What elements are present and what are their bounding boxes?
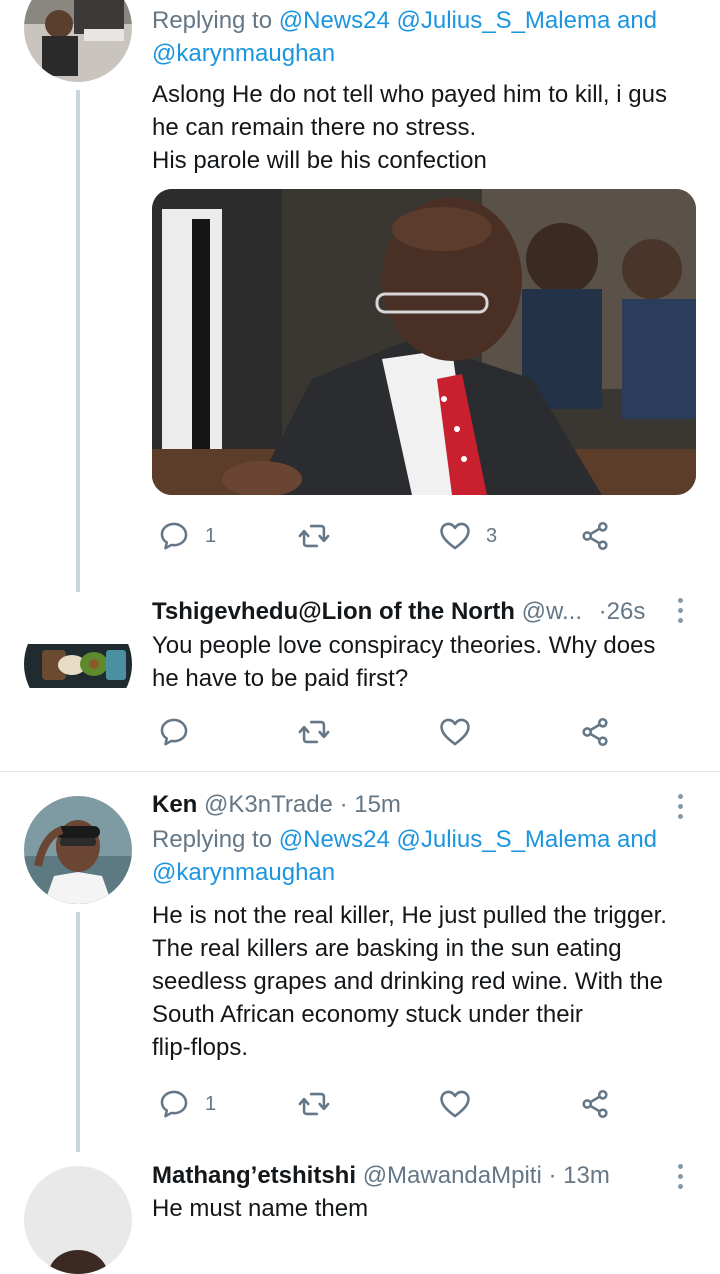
user-handle[interactable]: @K3nTrade: [204, 791, 333, 818]
share-icon: [582, 1089, 608, 1119]
thread-line: [76, 90, 80, 592]
separator-dot: ·: [598, 598, 607, 625]
tweet-4[interactable]: Mathang’etshitshi @MawandaMpiti · 13m He…: [0, 1150, 720, 1274]
separator-dot: ·: [548, 1162, 557, 1189]
user-handle[interactable]: @MawandaMpiti: [363, 1162, 542, 1189]
timestamp[interactable]: 26s: [607, 598, 646, 625]
retweet-icon: [298, 1092, 330, 1116]
reply-count: 1: [205, 1092, 217, 1115]
display-name[interactable]: Tshigevhedu@Lion of the North: [152, 598, 515, 625]
tweet-text: Aslong He do not tell who payed him to k…: [152, 81, 667, 174]
share-button[interactable]: [578, 1084, 612, 1124]
and-others-link[interactable]: and: [617, 826, 657, 853]
tweet-3[interactable]: Ken @K3nTrade · 15m Replying to @News24 …: [0, 772, 720, 1152]
tweet-text: He must name them: [152, 1195, 369, 1222]
tweet-actions: [152, 712, 632, 752]
like-button[interactable]: [438, 712, 472, 752]
and-others-link[interactable]: and: [617, 7, 657, 34]
retweet-button[interactable]: [297, 516, 331, 556]
tweet-text: You people love conspiracy theories. Why…: [152, 632, 656, 692]
avatar[interactable]: [24, 1166, 132, 1274]
share-button[interactable]: [578, 712, 612, 752]
tweet-1[interactable]: Replying to @News24 @Julius_S_Malema and…: [0, 0, 720, 600]
mention-link[interactable]: @karynmaughan: [152, 40, 335, 67]
separator-dot: ·: [339, 791, 348, 818]
tweet-actions: 1: [152, 1084, 632, 1124]
tweet-2[interactable]: Tshigevhedu@Lion of the North @w... ·26s…: [0, 580, 720, 770]
more-icon[interactable]: [678, 1164, 684, 1194]
avatar[interactable]: [24, 0, 132, 82]
retweet-icon: [298, 524, 330, 548]
timestamp[interactable]: 15m: [354, 791, 401, 818]
reply-icon: [160, 1090, 188, 1118]
tweet-image[interactable]: [152, 189, 696, 495]
avatar[interactable]: [24, 796, 132, 904]
retweet-icon: [298, 720, 330, 744]
mention-link[interactable]: @News24: [279, 7, 390, 34]
reply-icon: [160, 522, 188, 550]
reply-button[interactable]: 1: [157, 1084, 216, 1124]
tweet-header: Ken @K3nTrade · 15m: [152, 789, 680, 821]
share-icon: [582, 717, 608, 747]
display-name[interactable]: Mathang’etshitshi: [152, 1162, 356, 1189]
user-handle[interactable]: @w...: [522, 598, 582, 625]
like-icon: [440, 718, 470, 746]
like-icon: [440, 1090, 470, 1118]
tweet-actions: 1 3: [152, 516, 632, 556]
share-icon: [582, 521, 608, 551]
tweet-text: He is not the real killer, He just pulle…: [152, 902, 667, 1061]
mention-link[interactable]: @Julius_S_Malema: [397, 7, 611, 34]
replying-to: Replying to @News24 @Julius_S_Malema and…: [152, 826, 658, 886]
reply-button[interactable]: [157, 712, 191, 752]
reply-count: 1: [205, 524, 217, 547]
mention-link[interactable]: @karynmaughan: [152, 859, 335, 886]
like-button[interactable]: 3: [438, 516, 497, 556]
like-button[interactable]: [438, 1084, 472, 1124]
retweet-button[interactable]: [297, 1084, 331, 1124]
mention-link[interactable]: @News24: [279, 826, 390, 853]
retweet-button[interactable]: [297, 712, 331, 752]
reply-icon: [160, 718, 188, 746]
replying-to: Replying to @News24 @Julius_S_Malema and…: [152, 7, 658, 67]
more-icon[interactable]: [678, 794, 684, 824]
display-name[interactable]: Ken: [152, 791, 197, 818]
more-icon[interactable]: [678, 598, 684, 628]
mention-link[interactable]: @Julius_S_Malema: [397, 826, 611, 853]
like-count: 3: [486, 524, 498, 547]
timestamp[interactable]: 13m: [563, 1162, 610, 1189]
tweet-header: Tshigevhedu@Lion of the North @w... ·26s: [152, 596, 680, 628]
reply-button[interactable]: 1: [157, 516, 216, 556]
like-icon: [440, 522, 470, 550]
share-button[interactable]: [578, 516, 612, 556]
avatar[interactable]: [24, 610, 132, 718]
thread-line: [76, 912, 80, 1152]
tweet-header: Mathang’etshitshi @MawandaMpiti · 13m: [152, 1160, 680, 1192]
